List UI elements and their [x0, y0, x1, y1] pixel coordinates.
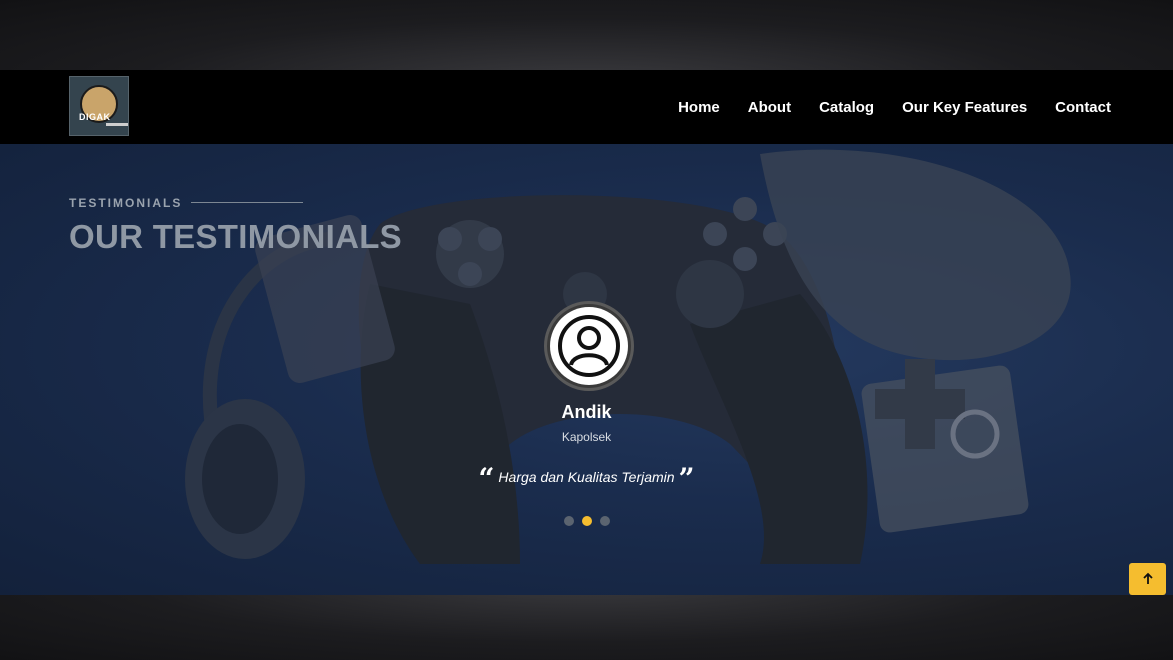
site-logo[interactable]: DIGAK	[69, 76, 129, 136]
nav-link-home[interactable]: Home	[678, 99, 720, 116]
logo-wordmark: DIGAK	[79, 112, 111, 122]
section-label-divider	[191, 202, 303, 203]
section-label: TESTIMONIALS	[69, 196, 183, 210]
carousel-dot-2[interactable]	[581, 516, 592, 526]
testimonial-name: Andik	[561, 402, 612, 422]
user-icon	[558, 315, 620, 377]
nav-link-contact[interactable]: Contact	[1055, 99, 1111, 116]
testimonial-quote-text: Harga dan Kualitas Terjamin	[498, 469, 675, 485]
nav-link-key-features[interactable]: Our Key Features	[902, 99, 1027, 116]
carousel-dot-1[interactable]	[563, 516, 574, 526]
navbar: DIGAK Home About Catalog Our Key Feature…	[0, 70, 1173, 144]
nav-link-catalog[interactable]: Catalog	[819, 99, 874, 116]
top-backdrop	[0, 0, 1173, 70]
testimonial-quote: “ Harga dan Kualitas Terjamin ”	[0, 462, 1173, 495]
testimonial-avatar	[544, 301, 634, 391]
carousel-pagination	[0, 516, 1173, 526]
testimonial-role: Kapolsek	[561, 430, 612, 444]
nav-link-about[interactable]: About	[748, 99, 791, 116]
carousel-dot-3[interactable]	[599, 516, 610, 526]
bottom-backdrop	[0, 595, 1173, 660]
close-quote-icon: ”	[678, 462, 695, 495]
open-quote-icon: “	[478, 462, 495, 495]
nav-links: Home About Catalog Our Key Features Cont…	[678, 70, 1111, 144]
testimonials-section: TESTIMONIALS OUR TESTIMONIALS Andik Kapo…	[0, 144, 1173, 595]
back-to-top-button[interactable]	[1129, 563, 1166, 595]
arrow-up-icon	[1142, 572, 1153, 584]
logo-stripe	[106, 123, 128, 126]
section-title: OUR TESTIMONIALS	[69, 218, 402, 255]
